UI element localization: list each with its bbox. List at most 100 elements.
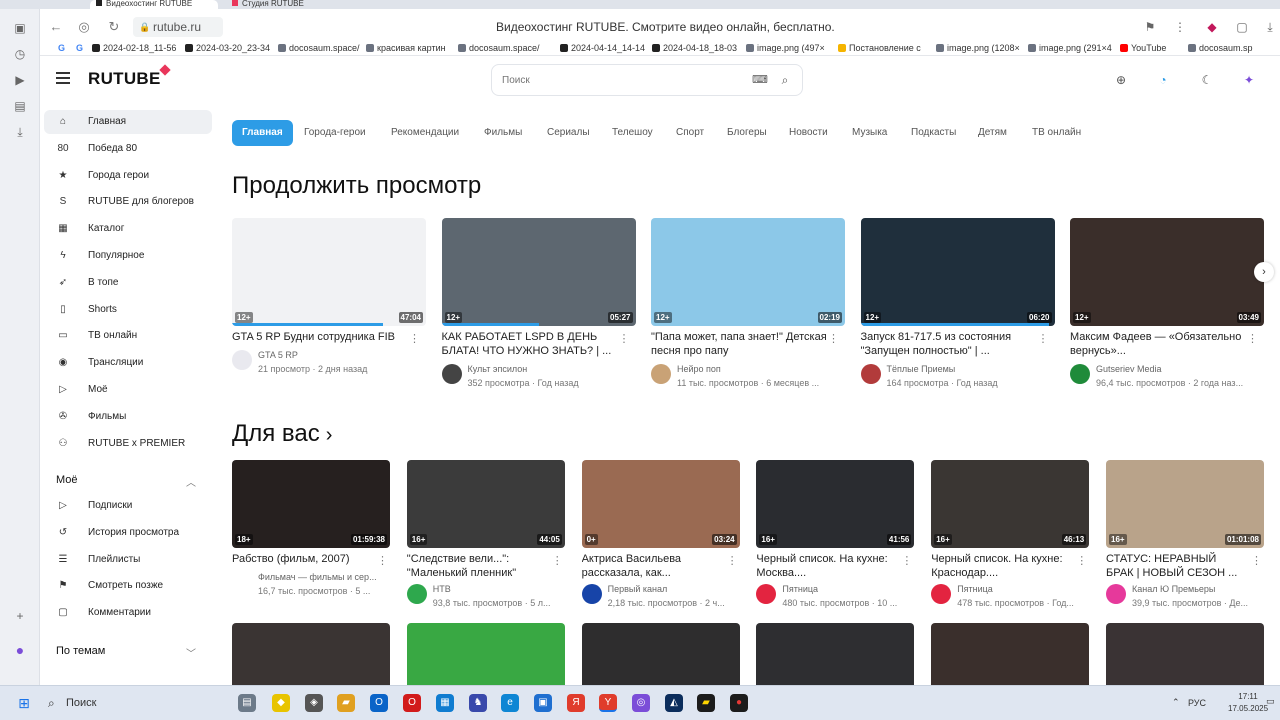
more-icon[interactable]: ⋮	[1038, 332, 1049, 345]
sidebar-item[interactable]: ▯ Shorts	[44, 298, 212, 322]
video-thumbnail[interactable]: 12+ 05:27	[441, 218, 636, 326]
more-icon[interactable]: ⋮	[1172, 19, 1188, 35]
store-icon[interactable]: ▦	[436, 694, 454, 712]
clock[interactable]: 17:11 17.05.2025	[1228, 691, 1268, 715]
video-card[interactable]: 12+ 02:19 "Папа может, папа знает!" Детска…	[651, 218, 845, 388]
keyboard-icon[interactable]: ⌨	[752, 73, 768, 87]
sidebar-item[interactable]: ⚇ RUTUBE x PREMIER	[44, 432, 212, 456]
history-icon[interactable]: ◷	[13, 47, 27, 61]
more-icon[interactable]: ⋮	[552, 554, 563, 567]
channel-avatar[interactable]	[931, 584, 952, 604]
search-icon[interactable]: ⌕	[778, 73, 792, 87]
sidebar-section-topics[interactable]: По темам ﹀	[56, 645, 196, 660]
next-arrow-icon[interactable]: ›	[1254, 262, 1274, 282]
more-icon[interactable]: ⋮	[1076, 554, 1087, 567]
dark-mode-icon[interactable]: ☾	[1198, 71, 1216, 89]
add-panel-icon[interactable]: +	[13, 609, 27, 623]
channel-avatar[interactable]	[860, 364, 881, 384]
category-chip[interactable]: Блогеры	[717, 120, 777, 146]
app-icon[interactable]: ◭	[665, 694, 683, 712]
category-chip[interactable]: Главная	[232, 120, 293, 146]
bookmark-item[interactable]: image.png (291×4	[1028, 41, 1112, 55]
bookmark-item[interactable]: docosaum.sp	[1188, 41, 1253, 55]
video-card[interactable]: 16+ 46:13 Черный список. На кухне: Краснод…	[931, 460, 1090, 610]
more-icon[interactable]: ⋮	[619, 332, 630, 345]
google-icon[interactable]: G	[76, 41, 83, 55]
language-indicator[interactable]: РУС	[1188, 698, 1206, 708]
outlook-icon[interactable]: O	[370, 694, 388, 712]
more-icon[interactable]: ⋮	[1247, 332, 1258, 345]
bookmark-item[interactable]: 2024-02-18_11-56	[92, 41, 176, 55]
video-thumbnail[interactable]: 16+ 41:56	[756, 460, 915, 548]
more-icon[interactable]: ⋮	[828, 332, 839, 345]
channel-avatar[interactable]	[581, 584, 602, 604]
tray-arrow-icon[interactable]: ⌃	[1172, 697, 1180, 708]
video-card[interactable]: 12+ 03:49 Максим Фадеев — «Обязательно вер…	[1070, 218, 1264, 388]
tab-studio[interactable]: Студия RUTUBE	[226, 0, 354, 9]
channel-avatar[interactable]	[651, 364, 671, 384]
category-chip[interactable]: Музыка	[842, 120, 897, 146]
sidebar-item[interactable]: ▭ ТВ онлайн	[44, 324, 212, 348]
channel-name[interactable]: Пятница	[782, 584, 818, 594]
video-thumbnail[interactable]: 12+ 06:20	[860, 218, 1055, 326]
sidebar-item[interactable]: ★ Города герои	[44, 164, 212, 188]
google-icon[interactable]: G	[58, 41, 65, 55]
rutube-logo[interactable]: RUTUBE	[88, 64, 171, 89]
task-view-icon[interactable]: ▤	[238, 694, 256, 712]
category-chip[interactable]: Детям	[968, 120, 1017, 146]
video-thumbnail[interactable]	[232, 623, 390, 685]
channel-avatar[interactable]	[756, 584, 777, 604]
sidebar-section-my[interactable]: Моё ︿	[56, 474, 196, 489]
video-card[interactable]: 16+ 01:01:08 СТАТУС: НЕРАВНЫЙ БРАК | НОВЫЙ…	[1106, 460, 1264, 610]
video-thumbnail[interactable]: 12+ 03:49	[1070, 218, 1264, 326]
sidebar-item[interactable]: ▦ Каталог	[44, 217, 212, 241]
channel-avatar[interactable]	[1070, 364, 1090, 384]
video-card[interactable]: 18+ 01:59:38 Рабство (фильм, 2007) ⋮ Фильмач…	[232, 460, 390, 610]
bookmark-item[interactable]: 2024-03-20_23-34	[185, 41, 270, 55]
category-chip[interactable]: Города-герои	[294, 120, 376, 146]
sidebar-item[interactable]: ✇ Фильмы	[44, 405, 212, 429]
sidebar-item[interactable]: ϟ Популярное	[44, 244, 212, 268]
edge-icon[interactable]: e	[501, 694, 519, 712]
video-card[interactable]: 12+ 47:04 GTA 5 RP Будни сотрудника FIB ⋮ GT…	[232, 218, 426, 388]
channel-avatar[interactable]	[232, 572, 252, 592]
bookmark-item[interactable]: 2024-04-14_14-14	[560, 41, 645, 55]
video-title[interactable]: Черный список. На кухне: Краснодар....	[931, 552, 1071, 580]
bookmark-item[interactable]: image.png (497×	[746, 41, 825, 55]
reload-icon[interactable]: ↻	[106, 19, 122, 35]
sidebar-item[interactable]: ↺ История просмотра	[44, 521, 212, 545]
video-thumbnail[interactable]	[1106, 623, 1264, 685]
app-icon[interactable]: ◆	[272, 694, 290, 712]
video-card[interactable]: 16+ 41:56 Черный список. На кухне: Москва.…	[756, 460, 915, 610]
channel-avatar[interactable]	[441, 364, 462, 384]
video-thumbnail[interactable]	[756, 623, 915, 685]
category-chip[interactable]: Сериалы	[537, 120, 600, 146]
shield-icon[interactable]: ◎	[76, 19, 92, 35]
channel-name[interactable]: Нейро поп	[677, 364, 721, 374]
channel-name[interactable]: Фильмач — фильмы и сер...	[258, 572, 377, 582]
app-icon[interactable]: ●	[730, 694, 748, 712]
for-you-title[interactable]: Для вас ›	[232, 420, 332, 448]
notifications-tray-icon[interactable]: ▭	[1266, 696, 1275, 707]
video-title[interactable]: Запуск 81-717.5 из состояния "Запущен по…	[861, 330, 1037, 358]
download-icon[interactable]: ⤓	[1262, 19, 1278, 35]
video-title[interactable]: СТАТУС: НЕРАВНЫЙ БРАК | НОВЫЙ СЕЗОН ...	[1106, 552, 1246, 580]
sidebar-item[interactable]: ➶ В топе	[44, 271, 212, 295]
channel-name[interactable]: НТВ	[433, 584, 451, 594]
channel-avatar[interactable]	[406, 584, 427, 604]
video-card[interactable]: 12+ 06:20 Запуск 81-717.5 из состояния "За…	[860, 218, 1055, 388]
video-title[interactable]: Черный список. На кухне: Москва....	[756, 552, 896, 580]
video-thumbnail[interactable]: 18+ 01:59:38	[232, 460, 390, 548]
search-input[interactable]	[502, 71, 722, 89]
app-icon[interactable]: ▰	[697, 694, 715, 712]
sidebar-item[interactable]: ⌂ Главная	[44, 110, 212, 134]
app-icon[interactable]: ▣	[534, 694, 552, 712]
video-title[interactable]: "Следствие вели...": "Маленький пленник"	[407, 552, 547, 580]
notifications-icon[interactable]: ◔	[1154, 71, 1172, 89]
category-chip[interactable]: Спорт	[666, 120, 714, 146]
video-thumbnail[interactable]: 0+ 03:24	[581, 460, 740, 548]
video-thumbnail[interactable]	[931, 623, 1090, 685]
bookmark-item[interactable]: Постановление с	[838, 41, 921, 55]
folder-icon[interactable]: ▰	[337, 694, 355, 712]
app-icon[interactable]: ◈	[305, 694, 323, 712]
